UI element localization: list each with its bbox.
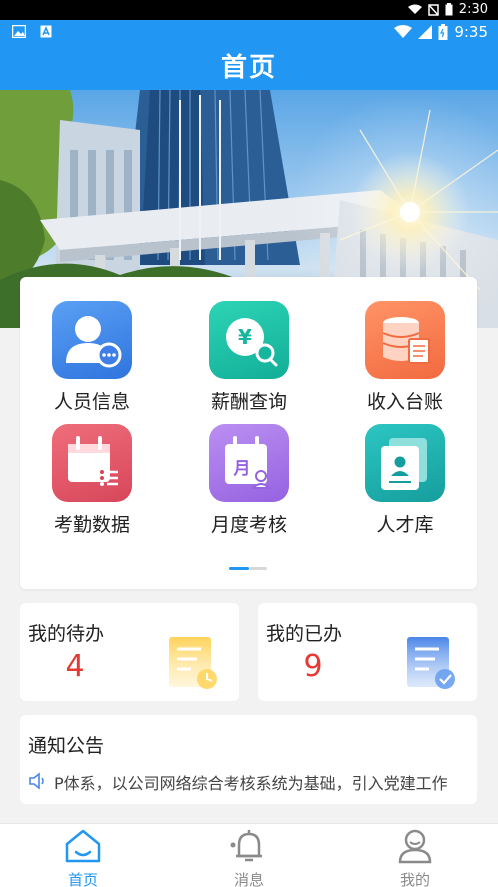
tab-mine[interactable]: 我的 [332, 824, 498, 887]
bottom-tab-bar: 首页 消息 我的 [0, 823, 498, 887]
menu-item-attendance-data[interactable]: 考勤数据 [27, 424, 157, 540]
tab-messages[interactable]: 消息 [166, 824, 332, 887]
status-time: 9:35 [454, 23, 488, 41]
no-sim-icon [428, 3, 439, 16]
wifi-icon [394, 25, 413, 38]
system-time: 2:30 [458, 2, 488, 17]
page-indicator-active [229, 567, 249, 570]
person-info-icon [52, 301, 132, 379]
page-title: 首页 [220, 53, 277, 83]
talent-cards-icon [365, 424, 445, 502]
battery-icon [445, 3, 453, 16]
menu-item-income-ledger[interactable]: 收入台账 [340, 301, 470, 417]
monthly-calendar-icon: 月 [209, 424, 289, 502]
svg-text:月: 月 [233, 459, 251, 479]
done-document-check-icon [407, 637, 455, 689]
svg-text:¥: ¥ [238, 325, 252, 349]
menu-label: 人才库 [376, 514, 434, 536]
notice-card[interactable]: 通知公告 P体系，以公司网络综合考核系统为基础，引入党建工作 [20, 715, 477, 804]
tab-label: 我的 [399, 871, 430, 887]
feature-grid-card: 人员信息 ¥ 薪酬查询 收入台账 考勤数据 月 月度考核 人才库 [20, 277, 477, 589]
salary-search-icon: ¥ [209, 301, 289, 379]
image-notification-icon [12, 25, 26, 38]
battery-icon [438, 24, 448, 40]
speaker-icon [29, 772, 44, 790]
user-icon [398, 829, 432, 864]
my-done-card[interactable]: 我的已办 9 [258, 603, 477, 701]
signal-icon [418, 25, 433, 39]
page-indicator-inactive [249, 567, 267, 570]
tab-home[interactable]: 首页 [0, 824, 166, 887]
text-notification-icon [40, 25, 52, 38]
tab-label: 首页 [67, 871, 98, 887]
calendar-list-icon [52, 424, 132, 502]
menu-label: 人员信息 [53, 391, 130, 413]
todo-document-clock-icon [169, 637, 217, 689]
app-header: 首页 [0, 46, 498, 90]
menu-item-monthly-assessment[interactable]: 月 月度考核 [184, 424, 314, 540]
notice-title: 通知公告 [28, 735, 105, 757]
todo-title: 我的待办 [28, 623, 105, 645]
menu-item-personnel-info[interactable]: 人员信息 [27, 301, 157, 417]
app-status-bar: 9:35 [0, 20, 498, 46]
notice-text: P体系，以公司网络综合考核系统为基础，引入党建工作 [54, 774, 448, 793]
bell-icon [230, 830, 262, 862]
system-status-bar: 2:30 [0, 0, 498, 20]
todo-count: 4 [65, 649, 85, 684]
wifi-icon [407, 4, 422, 14]
menu-label: 月度考核 [210, 514, 287, 536]
done-count: 9 [303, 649, 323, 684]
home-icon [65, 829, 101, 863]
menu-item-salary-query[interactable]: ¥ 薪酬查询 [184, 301, 314, 417]
page-indicator [229, 567, 267, 570]
menu-item-talent-pool[interactable]: 人才库 [340, 424, 470, 540]
menu-label: 收入台账 [366, 391, 443, 413]
menu-label: 薪酬查询 [210, 391, 287, 413]
system-status-icons: 2:30 [407, 2, 488, 17]
menu-label: 考勤数据 [53, 514, 130, 536]
notice-ticker[interactable]: P体系，以公司网络综合考核系统为基础，引入党建工作 [54, 770, 477, 794]
tab-label: 消息 [233, 871, 264, 887]
coins-ledger-icon [365, 301, 445, 379]
my-todo-card[interactable]: 我的待办 4 [20, 603, 239, 701]
done-title: 我的已办 [266, 623, 343, 645]
